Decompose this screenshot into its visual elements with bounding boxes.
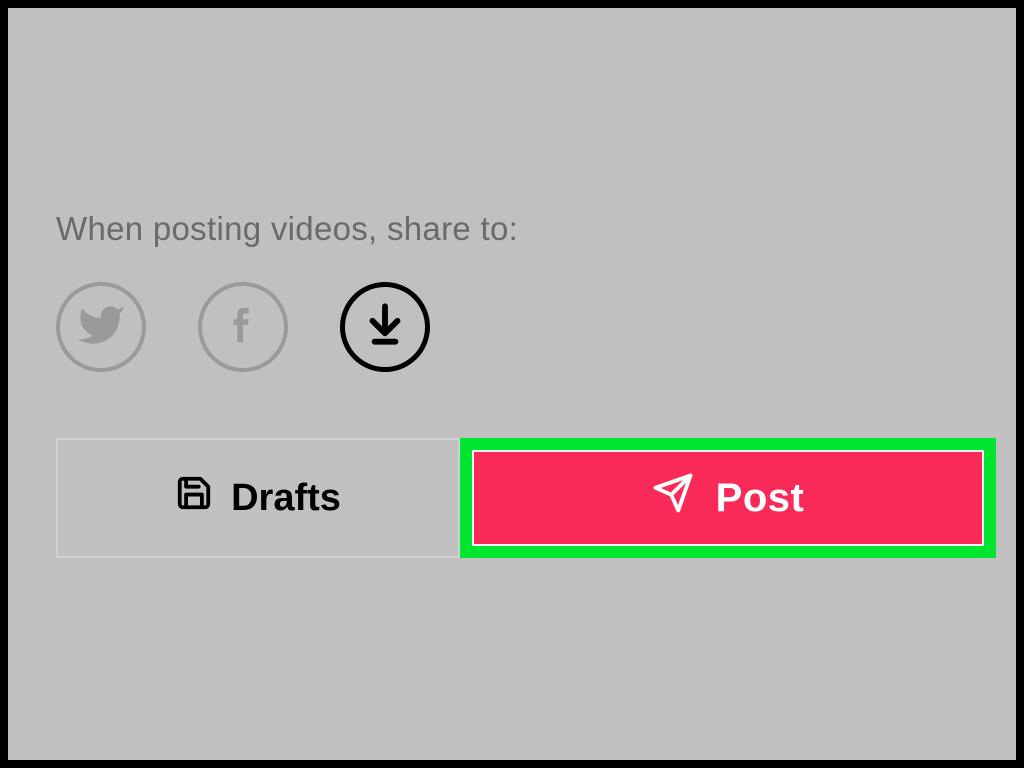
- share-options-row: [56, 282, 430, 372]
- share-download-button[interactable]: [340, 282, 430, 372]
- post-label: Post: [716, 476, 805, 521]
- action-buttons-row: Drafts Post: [56, 438, 996, 558]
- send-icon: [652, 472, 694, 524]
- save-icon: [175, 474, 213, 522]
- share-to-label: When posting videos, share to:: [56, 210, 518, 248]
- share-facebook-button[interactable]: [198, 282, 288, 372]
- drafts-button[interactable]: Drafts: [56, 438, 460, 558]
- twitter-icon: [76, 300, 126, 355]
- drafts-label: Drafts: [231, 477, 341, 520]
- post-button-highlight: Post: [460, 438, 996, 558]
- post-panel: When posting videos, share to:: [8, 8, 1016, 760]
- share-twitter-button[interactable]: [56, 282, 146, 372]
- facebook-icon: [220, 302, 266, 353]
- download-icon: [360, 300, 410, 355]
- post-button[interactable]: Post: [472, 450, 984, 546]
